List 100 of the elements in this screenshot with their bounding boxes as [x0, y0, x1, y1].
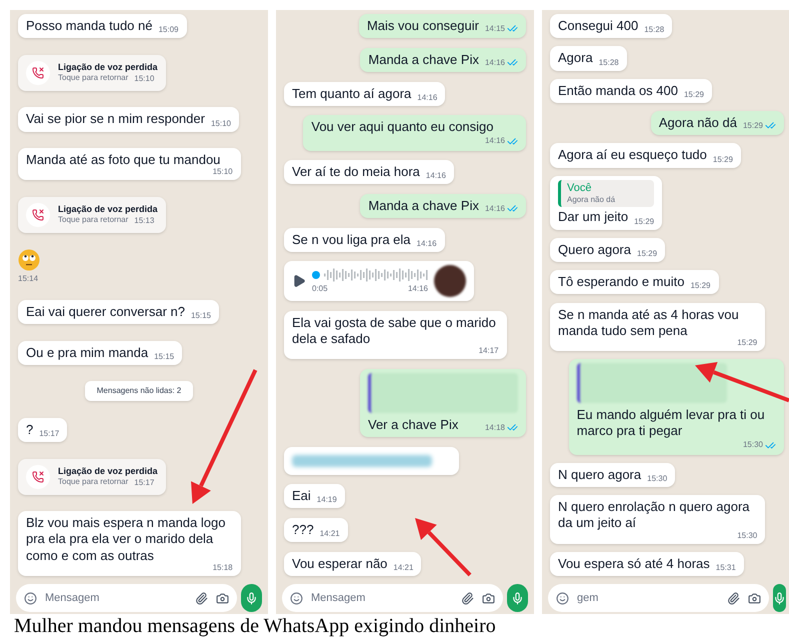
- message-text: Tô esperando e muito: [558, 274, 684, 290]
- message-time: 15:09: [158, 26, 179, 34]
- message-text: ???: [292, 522, 314, 538]
- message-time: 14:17: [478, 347, 499, 356]
- play-icon[interactable]: [292, 274, 306, 288]
- message-time: 15:10: [134, 75, 154, 84]
- message-time: 15:14: [18, 275, 40, 284]
- message-text: Eu mando alguém levar pra ti ou marco pra ti pegar: [576, 407, 766, 440]
- audio-duration: 0:05: [312, 283, 328, 296]
- microphone-icon[interactable]: [245, 592, 258, 604]
- quote-author: Você: [567, 182, 592, 196]
- message-text: Vou esperar não: [292, 556, 388, 572]
- message-time: 14:16: [484, 137, 505, 146]
- message-time: 15:29: [684, 90, 704, 99]
- message-time: 15:29: [737, 339, 758, 347]
- message-composer[interactable]: gem: [548, 584, 769, 612]
- message-time: 14:16: [416, 240, 437, 248]
- message-time: 15:29: [712, 156, 733, 164]
- message-composer[interactable]: Mensagem: [282, 584, 503, 612]
- missed-call-title: Ligação de voz perdida: [58, 204, 158, 216]
- message-text: Eai: [292, 488, 311, 504]
- message-time: 15:29: [637, 250, 658, 258]
- message-text: Agora aí eu esqueço tudo: [558, 147, 707, 164]
- message-text: Manda a chave Pix: [368, 198, 479, 214]
- microphone-button[interactable]: [241, 584, 262, 612]
- missed-call-bubble[interactable]: Ligação de voz perdida Toque para retornar 15:13: [18, 196, 166, 233]
- missed-call-icon: [26, 60, 50, 85]
- message-text: Ver a chave Pix: [368, 416, 458, 434]
- message-time: 15:10: [212, 168, 233, 176]
- message-time: 14:16: [484, 204, 505, 213]
- message-time: 15:18: [212, 564, 233, 572]
- message-text: Quero agora: [558, 242, 631, 258]
- message-text: Se n manda até as 4 horas vou manda tudo sem pena: [558, 306, 740, 339]
- missed-call-bubble[interactable]: Ligação de voz perdida Toque para retornar 15:10: [18, 54, 166, 91]
- message-time: 14:18: [484, 424, 505, 432]
- message-text: ?: [26, 422, 34, 438]
- message-input-field[interactable]: Mensagem: [45, 590, 187, 606]
- message-text: Consegui 400: [558, 18, 638, 34]
- emoji-icon[interactable]: [290, 592, 303, 604]
- message-text: Vai se pior se n mim responder: [26, 111, 205, 128]
- message-time: 15:13: [134, 217, 154, 226]
- message-text: Se n vou liga pra ela: [292, 232, 411, 248]
- message-time: 15:31: [716, 564, 736, 572]
- unread-messages-banner: Mensagens não lidas: 2: [84, 381, 194, 402]
- message-text: N quero agora: [558, 466, 642, 483]
- attach-icon[interactable]: [727, 592, 740, 604]
- message-text: Agora: [558, 50, 593, 67]
- voice-message-bubble[interactable]: 0:05 14:16: [284, 261, 474, 302]
- message-time: 15:30: [737, 532, 758, 540]
- message-text: Posso manda tudo né: [26, 18, 152, 34]
- message-time: 15:17: [39, 430, 60, 438]
- message-time: 15:28: [598, 58, 619, 67]
- avatar-placeholder: [434, 265, 466, 298]
- message-text: Ou e pra mim manda: [26, 344, 148, 361]
- message-time: 14:19: [316, 496, 337, 504]
- missed-call-bubble[interactable]: Ligação de voz perdida Toque para retornar 15:17: [18, 458, 166, 495]
- message-text: Blz vou mais espera n manda logo pra ela pra ela ver o marido dela como e com as outras: [26, 515, 226, 564]
- microphone-icon[interactable]: [773, 592, 786, 604]
- message-text: Agora não dá: [658, 115, 737, 132]
- message-text: Ela vai gosta de sabe que o marido dela e safado: [292, 314, 497, 348]
- message-time: 14:21: [393, 564, 414, 572]
- microphone-button[interactable]: [507, 584, 528, 612]
- rolling-eyes-emoji-icon: [18, 249, 40, 272]
- message-composer[interactable]: Mensagem: [16, 584, 237, 612]
- emoji-icon[interactable]: [24, 592, 37, 604]
- message-text: Eai vai querer conversar n?: [26, 304, 185, 320]
- message-time: 14:21: [320, 530, 340, 538]
- microphone-button[interactable]: [773, 584, 786, 612]
- message-time: 15:29: [742, 122, 763, 130]
- missed-call-title: Ligação de voz perdida: [58, 62, 158, 74]
- camera-icon[interactable]: [216, 592, 229, 604]
- message-time: 15:29: [634, 218, 654, 226]
- camera-icon[interactable]: [482, 592, 495, 604]
- quote-text: Agora não dá: [567, 195, 616, 206]
- image-caption: Mulher mandou mensagens de WhatsApp exigindo dinheiro: [14, 615, 496, 637]
- message-text: Vou espera só até 4 horas: [558, 556, 710, 572]
- camera-icon[interactable]: [748, 592, 761, 604]
- attach-icon[interactable]: [195, 592, 208, 604]
- message-time: 15:28: [644, 26, 664, 34]
- missed-call-icon: [26, 202, 50, 227]
- message-time: 14:16: [417, 94, 438, 102]
- message-time: 15:29: [690, 282, 710, 290]
- message-time: 15:10: [210, 120, 231, 128]
- message-text: Dar um jeito: [558, 209, 628, 226]
- message-input-field[interactable]: Mensagem: [311, 590, 453, 606]
- message-text: Mais vou conseguir: [366, 18, 479, 34]
- message-text: Ver aí te do meia hora: [292, 164, 420, 180]
- emoji-icon[interactable]: [556, 592, 569, 604]
- annotation-arrow: [415, 518, 472, 576]
- attach-icon[interactable]: [461, 592, 474, 604]
- missed-call-subtitle: Toque para retornar: [58, 73, 128, 84]
- message-input-field[interactable]: gem: [577, 590, 719, 606]
- microphone-icon[interactable]: [511, 592, 524, 604]
- message-time: 14:16: [426, 172, 446, 180]
- message-text: Então manda os 400: [558, 82, 678, 99]
- message-text: Manda até as foto que tu mandou: [26, 152, 220, 168]
- message-time: 15:30: [742, 441, 763, 450]
- missed-call-title: Ligação de voz perdida: [58, 466, 158, 478]
- message-time: 15:30: [647, 474, 668, 483]
- message-time: 14:15: [484, 24, 505, 33]
